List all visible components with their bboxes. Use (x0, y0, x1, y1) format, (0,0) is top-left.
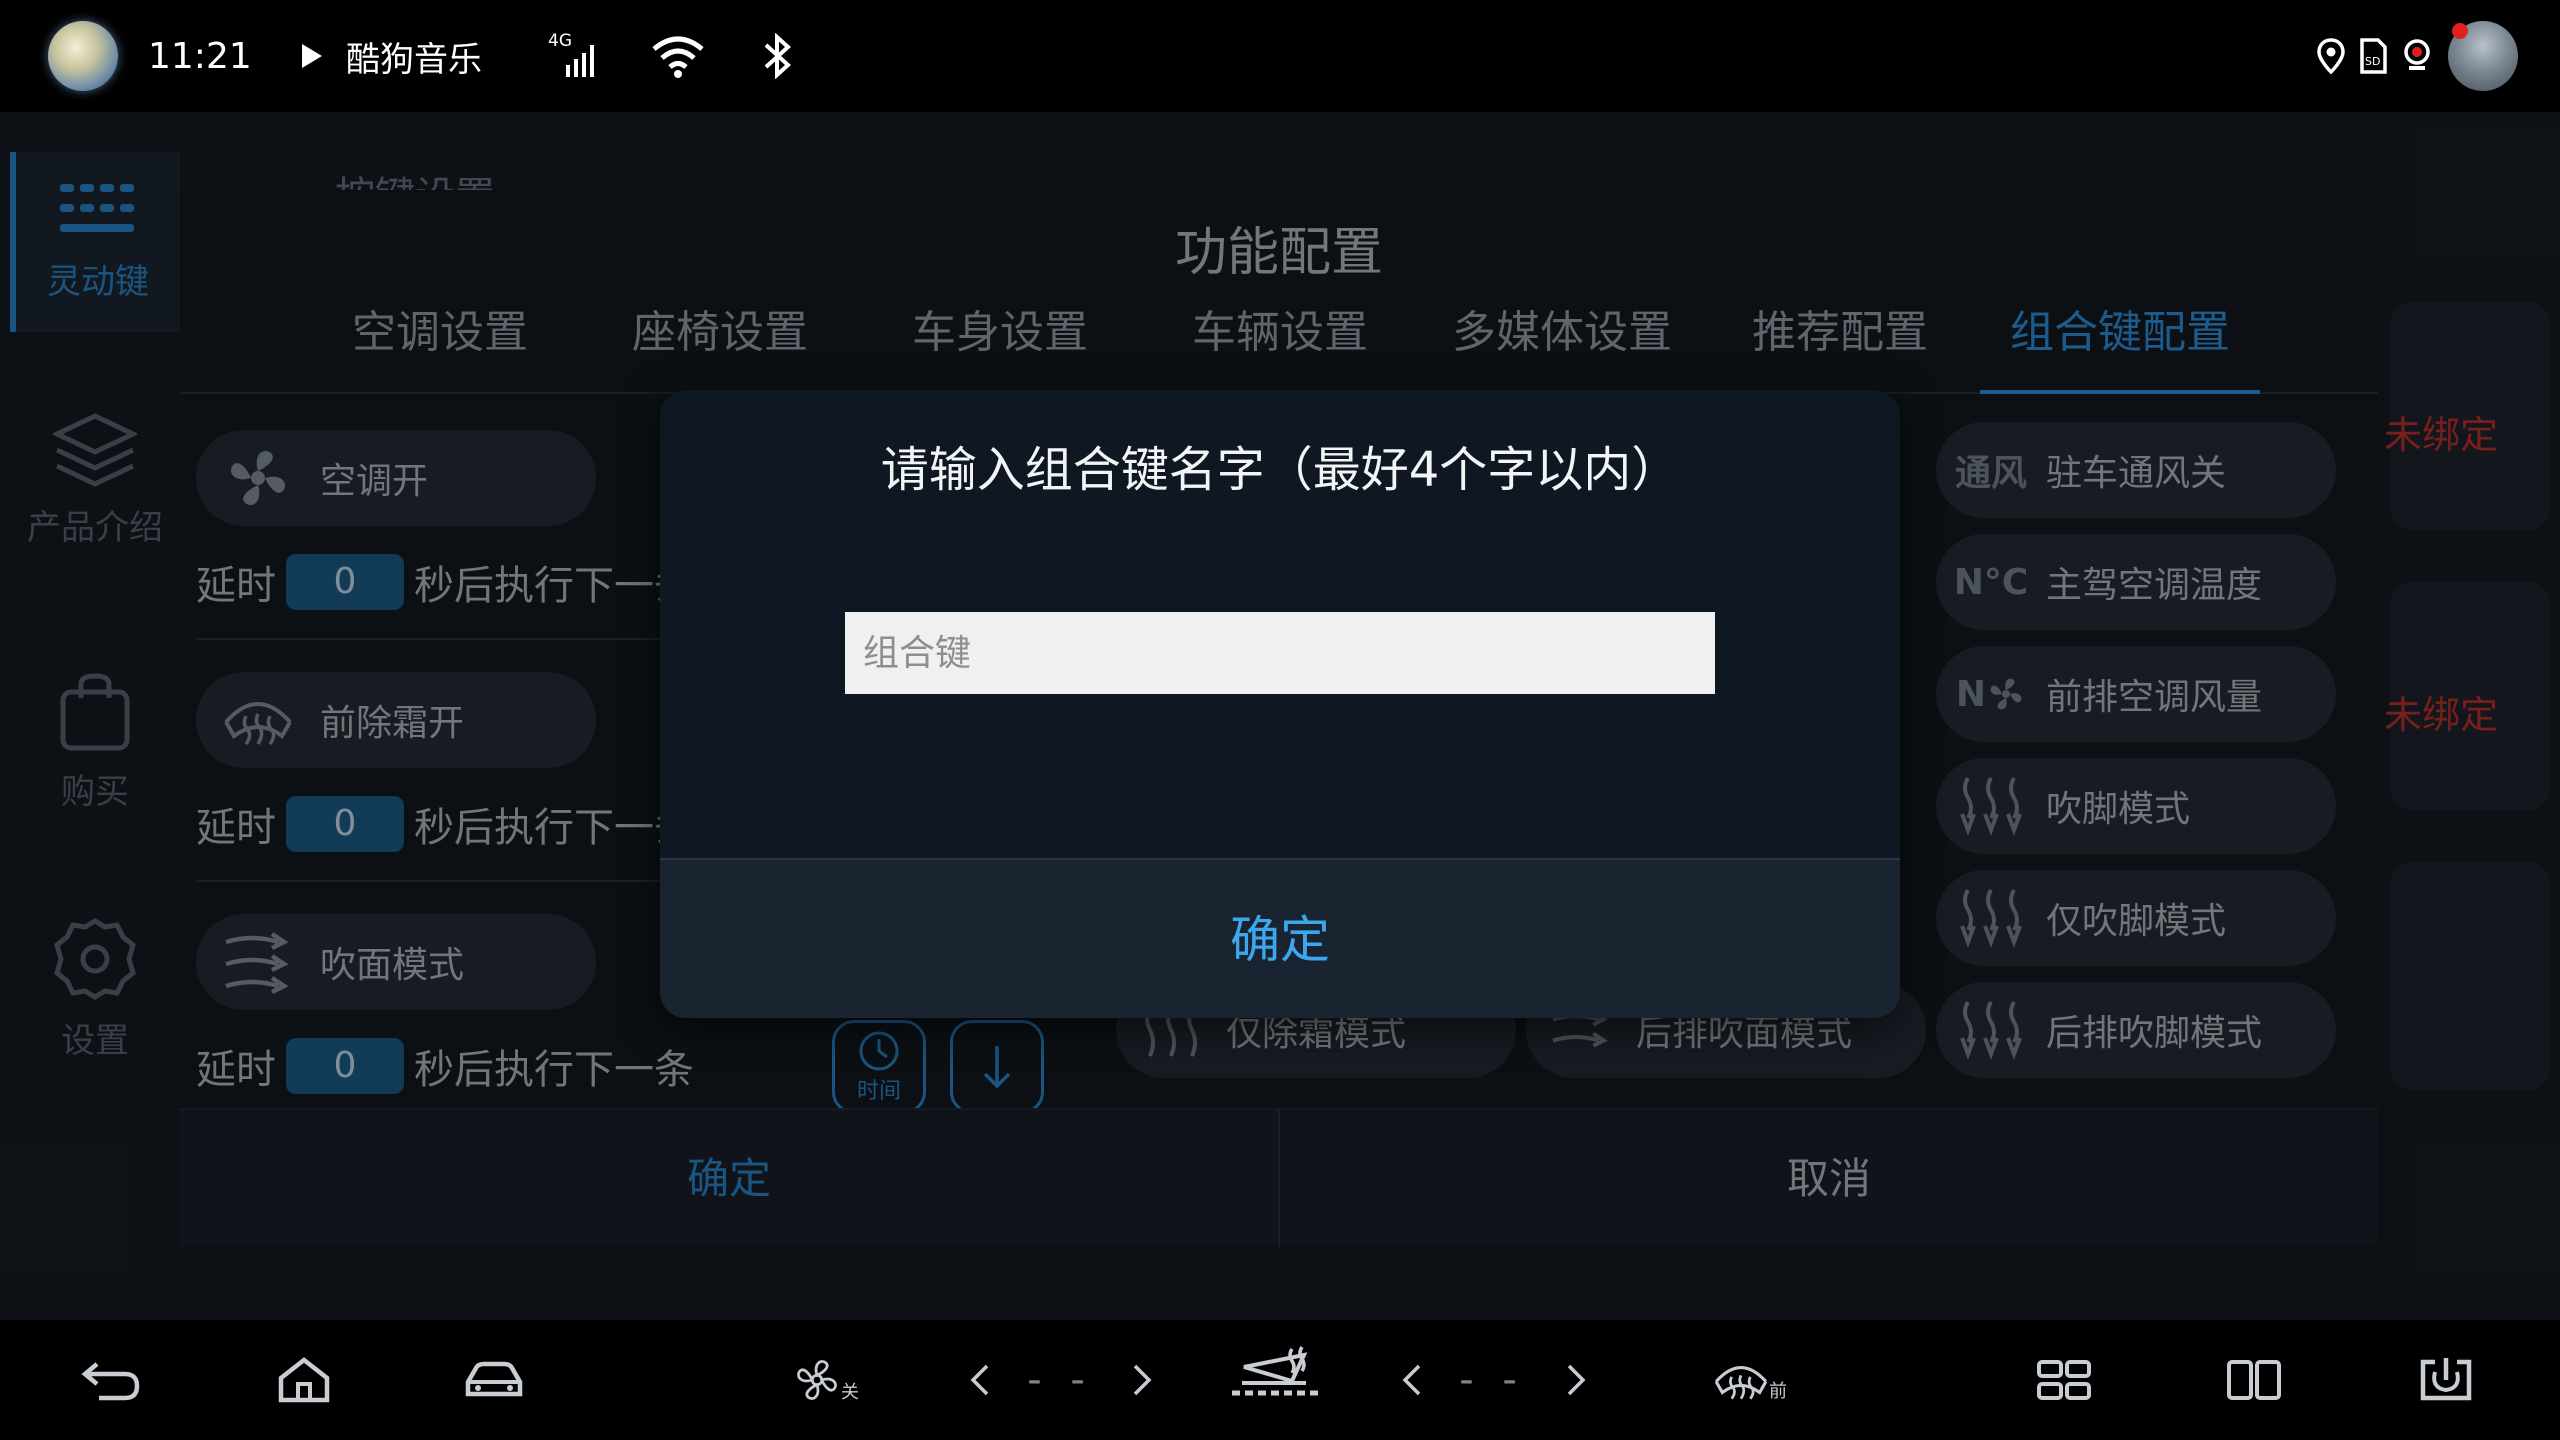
screen: 11:21 酷狗音乐 4G SD 灵动键 产品介绍 购买 设置 未绑定 未绑定 … (0, 0, 2560, 1440)
notification-dot (2452, 23, 2468, 39)
front-defrost-icon[interactable]: 前 (1700, 1320, 1800, 1440)
combo-key-name-input[interactable] (845, 612, 1715, 694)
right-temp-value: - - (1459, 1357, 1525, 1403)
music-app-name[interactable]: 酷狗音乐 (346, 0, 482, 112)
dialog-confirm-button[interactable]: 确定 (660, 858, 1900, 1018)
wifi-icon (650, 0, 706, 112)
status-bar: 11:21 酷狗音乐 4G SD (0, 0, 2560, 112)
sd-card-icon: SD (2358, 0, 2388, 112)
seat-climate-icon[interactable] (1222, 1320, 1332, 1440)
music-play-icon[interactable] (298, 0, 326, 112)
home-icon[interactable] (264, 1320, 344, 1440)
defrost-label: 前 (1769, 1381, 1787, 1402)
left-temp-value: - - (1027, 1357, 1093, 1403)
weather-moon-icon[interactable] (48, 0, 118, 112)
bottom-dock: 关 - - - - 前 (0, 1320, 2560, 1440)
split-screen-icon[interactable] (2214, 1320, 2294, 1440)
cellular-signal-icon: 4G (548, 0, 604, 112)
dialog-title: 请输入组合键名字（最好4个字以内） (880, 442, 1680, 498)
right-temp-increase-chevron-icon[interactable] (1556, 1320, 1596, 1440)
fan-off-icon[interactable]: 关 (776, 1320, 876, 1440)
screen-off-icon[interactable] (2406, 1320, 2486, 1440)
right-temp-decrease-chevron-icon[interactable] (1392, 1320, 1432, 1440)
fan-status: 关 (841, 1382, 859, 1403)
bluetooth-icon (760, 0, 796, 112)
clock: 11:21 (148, 35, 252, 77)
left-temp-decrease-chevron-icon[interactable] (960, 1320, 1000, 1440)
car-icon[interactable] (454, 1320, 534, 1440)
location-icon (2316, 0, 2346, 112)
apps-grid-icon[interactable] (2024, 1320, 2104, 1440)
svg-text:SD: SD (2365, 55, 2380, 68)
left-temp-increase-chevron-icon[interactable] (1122, 1320, 1162, 1440)
combo-key-name-dialog: 请输入组合键名字（最好4个字以内） 确定 (660, 390, 1900, 1018)
user-avatar[interactable] (2448, 0, 2518, 112)
back-icon[interactable] (70, 1320, 150, 1440)
camera-record-icon (2402, 0, 2432, 112)
